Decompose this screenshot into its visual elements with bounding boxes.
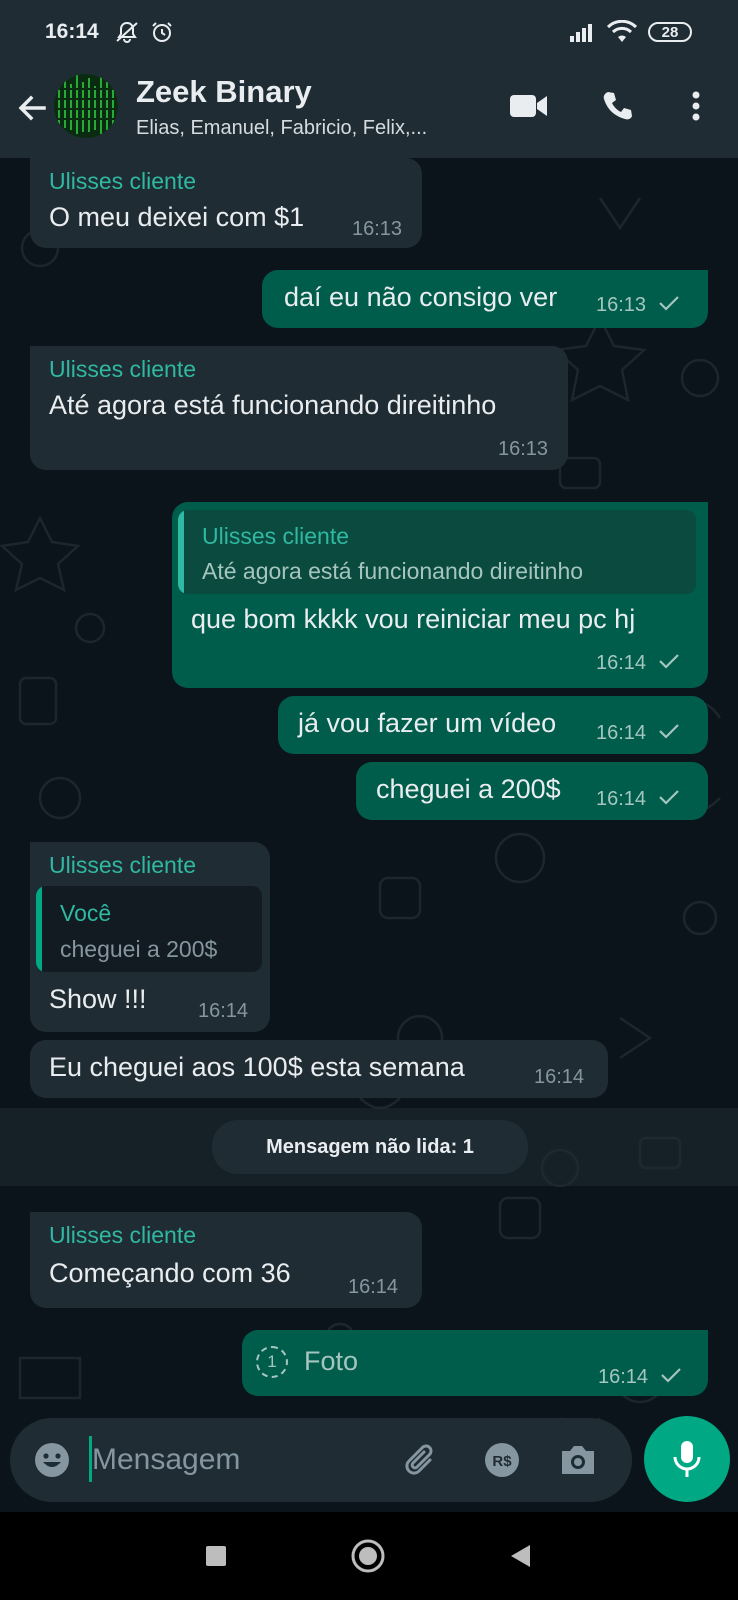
message-text: Foto	[304, 1346, 359, 1376]
view-once-count: 1	[267, 1352, 277, 1371]
chat-participants[interactable]: Elias, Emanuel, Fabricio, Felix,...	[136, 117, 427, 140]
unread-messages-badge: Mensagem não lida: 1	[212, 1120, 528, 1174]
message-input[interactable]: Mensagem	[92, 1443, 240, 1477]
message-text: já vou fazer um vídeo	[298, 708, 557, 738]
check-icon	[659, 654, 679, 669]
chat-title[interactable]: Zeek Binary	[136, 74, 312, 110]
chat-header: Zeek Binary Elias, Emanuel, Fabricio, Fe…	[0, 62, 738, 158]
back-arrow-icon[interactable]	[14, 90, 50, 126]
incoming-reply-message[interactable]: Ulisses cliente Você cheguei a 200$ Show…	[30, 842, 270, 1032]
nav-home-icon	[351, 1539, 385, 1573]
camera-icon	[562, 1446, 594, 1474]
message-time: 16:13	[352, 218, 403, 240]
video-call-button[interactable]	[507, 84, 551, 128]
emoji-button[interactable]	[30, 1438, 74, 1482]
message-time: 16:14	[596, 788, 647, 810]
outgoing-message[interactable]: já vou fazer um vídeo 16:14	[278, 696, 708, 754]
quoted-text: cheguei a 200$	[60, 936, 218, 962]
payment-button[interactable]: R$	[480, 1438, 524, 1482]
nav-back-icon	[511, 1545, 530, 1567]
signal-icon	[570, 24, 592, 42]
wifi-icon	[607, 20, 637, 42]
check-icon	[659, 724, 679, 739]
message-time: 16:14	[598, 1366, 649, 1388]
nav-recent-button[interactable]	[198, 1538, 234, 1574]
message-text: Show !!!	[49, 984, 147, 1014]
more-options-icon	[692, 91, 700, 121]
message-text: Eu cheguei aos 100$ esta semana	[49, 1052, 465, 1082]
message-time: 16:14	[348, 1276, 399, 1298]
sender-name: Ulisses cliente	[49, 168, 196, 194]
nav-recent-icon	[206, 1546, 226, 1566]
nav-back-button[interactable]	[502, 1538, 538, 1574]
check-icon	[659, 790, 679, 805]
message-time: 16:13	[596, 294, 647, 316]
attach-button[interactable]	[400, 1438, 444, 1482]
quoted-sender: Ulisses cliente	[202, 523, 349, 549]
voice-message-button[interactable]	[644, 1416, 730, 1502]
check-icon	[661, 1368, 681, 1383]
status-bar: 16:14 28	[0, 0, 738, 62]
message-text: Começando com 36	[49, 1258, 291, 1288]
view-once-icon: 1	[256, 1346, 288, 1378]
message-time: 16:13	[498, 438, 549, 460]
message-text: cheguei a 200$	[376, 774, 561, 804]
incoming-message[interactable]: Ulisses cliente Até agora está funcionan…	[30, 346, 568, 470]
camera-button[interactable]	[556, 1438, 600, 1482]
message-text: que bom kkkk vou reiniciar meu pc hj	[191, 604, 636, 634]
message-composer: Mensagem R$	[10, 1418, 632, 1502]
more-options-button[interactable]	[674, 84, 718, 128]
sender-name: Ulisses cliente	[49, 1222, 196, 1248]
group-avatar[interactable]	[54, 74, 118, 138]
system-navigation-bar	[0, 1512, 738, 1600]
voice-call-icon	[603, 92, 632, 120]
incoming-message[interactable]: Eu cheguei aos 100$ esta semana 16:14	[30, 1040, 608, 1098]
incoming-message[interactable]: Ulisses cliente O meu deixei com $1 16:1…	[30, 158, 422, 248]
message-list[interactable]: Ulisses cliente O meu deixei com $1 16:1…	[0, 158, 738, 1528]
message-time: 16:14	[596, 652, 647, 674]
status-time: 16:14	[45, 20, 99, 43]
mute-notifications-icon	[116, 21, 138, 43]
svg-text:R$: R$	[492, 1453, 512, 1470]
outgoing-view-once-photo[interactable]: 1 Foto 16:14	[242, 1330, 708, 1396]
attach-icon	[405, 1444, 433, 1475]
voice-call-button[interactable]	[595, 84, 639, 128]
quoted-message[interactable]: Você cheguei a 200$	[36, 886, 262, 972]
incoming-message[interactable]: Ulisses cliente Começando com 36 16:14	[30, 1212, 422, 1308]
video-call-icon	[510, 95, 547, 117]
avatar-image	[54, 74, 118, 138]
outgoing-reply-message[interactable]: Ulisses cliente Até agora está funcionan…	[172, 502, 708, 688]
quoted-sender: Você	[60, 900, 112, 926]
outgoing-message[interactable]: daí eu não consigo ver 16:13	[262, 270, 708, 328]
check-icon	[659, 296, 679, 311]
payment-icon: R$	[485, 1443, 519, 1477]
message-time: 16:14	[534, 1066, 585, 1088]
message-time: 16:14	[198, 1000, 249, 1022]
nav-home-button[interactable]	[350, 1538, 386, 1574]
whatsapp-chat-screen: 16:14 28 Zeek Binary Elias, Emanuel, Fab…	[0, 0, 738, 1600]
mic-icon	[673, 1441, 701, 1477]
outgoing-message[interactable]: cheguei a 200$ 16:14	[356, 762, 708, 820]
sender-name: Ulisses cliente	[49, 852, 196, 878]
battery-level: 28	[661, 23, 679, 41]
battery-icon: 28	[648, 22, 692, 42]
quoted-text: Até agora está funcionando direitinho	[202, 558, 584, 584]
message-text: daí eu não consigo ver	[284, 282, 558, 312]
quote-bar	[178, 510, 184, 594]
message-time: 16:14	[596, 722, 647, 744]
quote-bar	[36, 886, 42, 972]
alarm-icon	[152, 22, 172, 42]
sender-name: Ulisses cliente	[49, 356, 196, 382]
message-text: O meu deixei com $1	[49, 202, 305, 232]
quoted-message[interactable]: Ulisses cliente Até agora está funcionan…	[178, 510, 696, 594]
emoji-icon	[35, 1443, 69, 1477]
message-text: Até agora está funcionando direitinho	[49, 390, 497, 420]
